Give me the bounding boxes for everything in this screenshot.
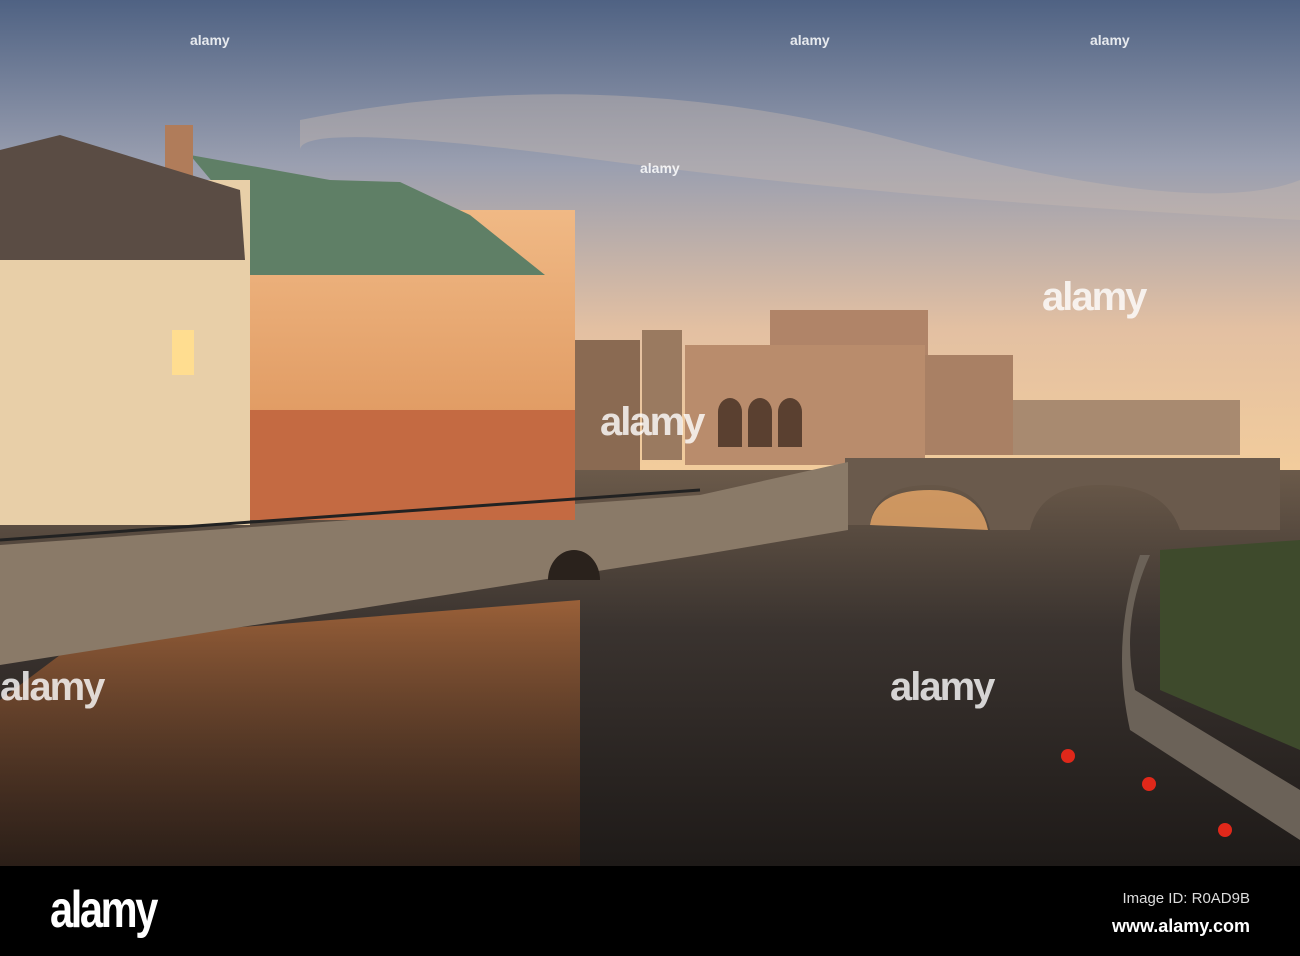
cream-building [0, 135, 250, 525]
watermark-large: alamy [0, 665, 105, 709]
watermark: alamy [790, 32, 830, 48]
watermark: alamy [1090, 32, 1130, 48]
buoy [1061, 749, 1075, 763]
watermark-large: alamy [890, 665, 995, 709]
buoy [1218, 823, 1232, 837]
buoy [1142, 777, 1156, 791]
watermark: alamy [640, 160, 680, 176]
watermark-large: alamy [1042, 275, 1147, 319]
distant-building [1010, 400, 1240, 455]
alamy-logo: alamy [50, 881, 158, 939]
watermark-large: alamy [600, 400, 705, 444]
watermark: alamy [190, 32, 230, 48]
image-id: Image ID: R0AD9B [1122, 890, 1250, 907]
site-url[interactable]: www.alamy.com [1112, 916, 1250, 937]
footer-bar: alamy Image ID: R0AD9B www.alamy.com [0, 866, 1300, 956]
